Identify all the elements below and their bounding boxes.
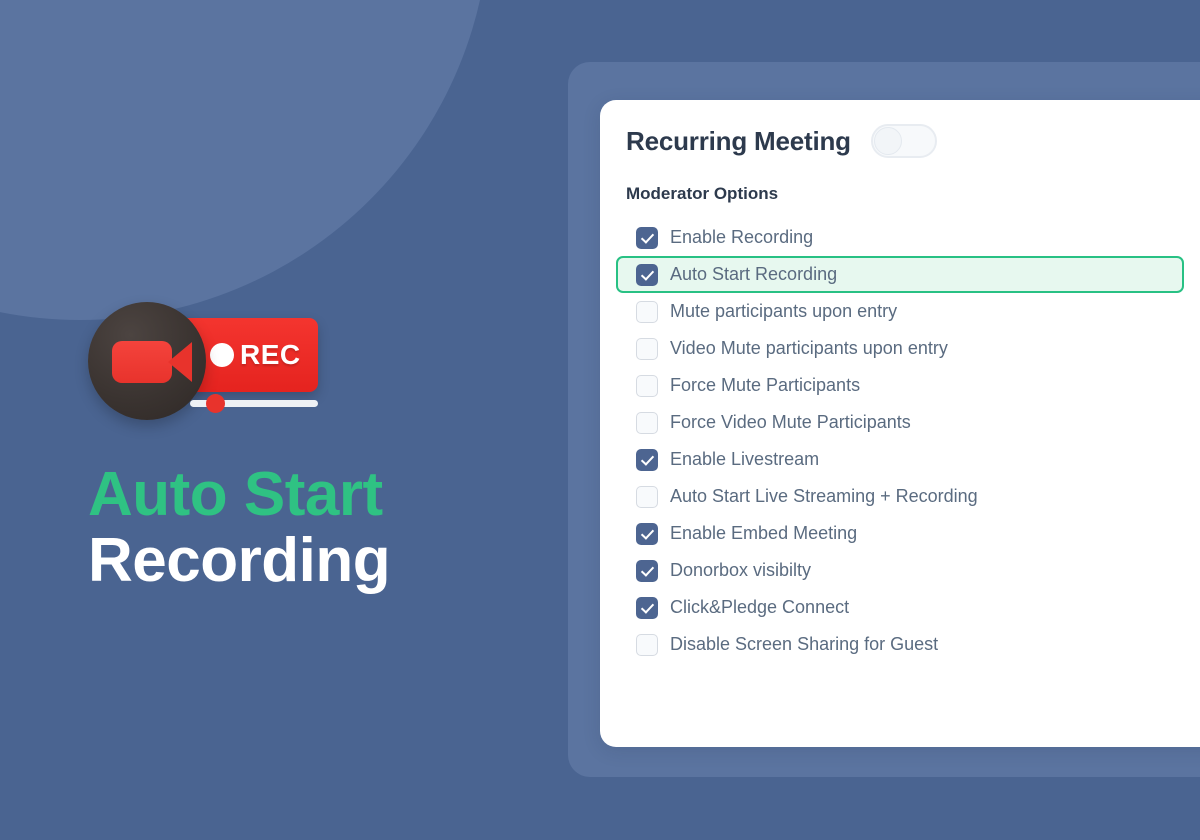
promo-title: Auto Start Recording <box>88 462 508 593</box>
checkbox-checked-icon[interactable] <box>636 559 658 582</box>
promo-title-line1: Auto Start <box>88 460 383 529</box>
option-label: Donorbox visibilty <box>670 560 812 580</box>
playback-slider <box>190 394 318 413</box>
option-label: Mute participants upon entry <box>670 301 898 321</box>
toggle-knob <box>873 127 902 155</box>
video-camera-icon <box>88 302 206 420</box>
option-label: Force Video Mute Participants <box>670 412 911 432</box>
option-label: Auto Start Recording <box>670 264 838 284</box>
option-row[interactable]: Disable Screen Sharing for Guest <box>626 626 1200 663</box>
option-row[interactable]: Force Mute Participants <box>626 367 1200 404</box>
checkbox-checked-icon[interactable] <box>636 522 658 545</box>
option-label: Enable Embed Meeting <box>670 523 858 543</box>
camera-body-shape <box>112 341 172 383</box>
checkbox-unchecked-icon[interactable] <box>636 337 658 360</box>
option-row[interactable]: Auto Start Live Streaming + Recording <box>626 478 1200 515</box>
promo-title-line2: Recording <box>88 525 391 595</box>
option-row[interactable]: Mute participants upon entry <box>626 293 1200 330</box>
option-row[interactable]: Auto Start Recording <box>616 256 1184 293</box>
option-label: Auto Start Live Streaming + Recording <box>670 486 978 506</box>
checkbox-unchecked-icon[interactable] <box>636 633 658 656</box>
option-row[interactable]: Click&Pledge Connect <box>626 589 1200 626</box>
checkbox-unchecked-icon[interactable] <box>636 485 658 508</box>
recurring-meeting-toggle[interactable] <box>870 124 937 158</box>
card-header: Recurring Meeting <box>626 124 1200 158</box>
option-label: Click&Pledge Connect <box>670 597 850 617</box>
checkbox-unchecked-icon[interactable] <box>636 374 658 397</box>
option-label: Force Mute Participants <box>670 375 861 395</box>
record-dot-icon <box>210 343 234 367</box>
option-label: Enable Livestream <box>670 449 820 469</box>
moderator-options-label: Moderator Options <box>626 184 779 203</box>
option-row[interactable]: Enable Embed Meeting <box>626 515 1200 552</box>
option-label: Disable Screen Sharing for Guest <box>670 634 939 654</box>
option-row[interactable]: Force Video Mute Participants <box>626 404 1200 441</box>
checkbox-checked-icon[interactable] <box>636 263 658 286</box>
checkbox-checked-icon[interactable] <box>636 448 658 471</box>
option-row[interactable]: Video Mute participants upon entry <box>626 330 1200 367</box>
settings-card: Recurring Meeting Moderator Options Enab… <box>600 100 1200 747</box>
option-row[interactable]: Enable Recording <box>626 219 1200 256</box>
page-title: Recurring Meeting <box>626 125 851 156</box>
rec-logo: REC <box>88 300 328 420</box>
option-label: Video Mute participants upon entry <box>670 338 948 358</box>
background-decorative-circle <box>0 0 490 320</box>
option-row[interactable]: Donorbox visibilty <box>626 552 1200 589</box>
slider-knob <box>206 394 225 413</box>
rec-badge-label: REC <box>240 339 301 370</box>
option-row[interactable]: Enable Livestream <box>626 441 1200 478</box>
checkbox-checked-icon[interactable] <box>636 226 658 249</box>
moderator-options-list: Enable Recording Auto Start Recording Mute… <box>616 219 1200 663</box>
checkbox-unchecked-icon[interactable] <box>636 411 658 434</box>
option-label: Enable Recording <box>670 227 814 247</box>
checkbox-unchecked-icon[interactable] <box>636 300 658 323</box>
checkbox-checked-icon[interactable] <box>636 596 658 619</box>
promo-section: REC Auto Start Recording <box>88 300 508 593</box>
camera-lens-shape <box>168 342 192 382</box>
